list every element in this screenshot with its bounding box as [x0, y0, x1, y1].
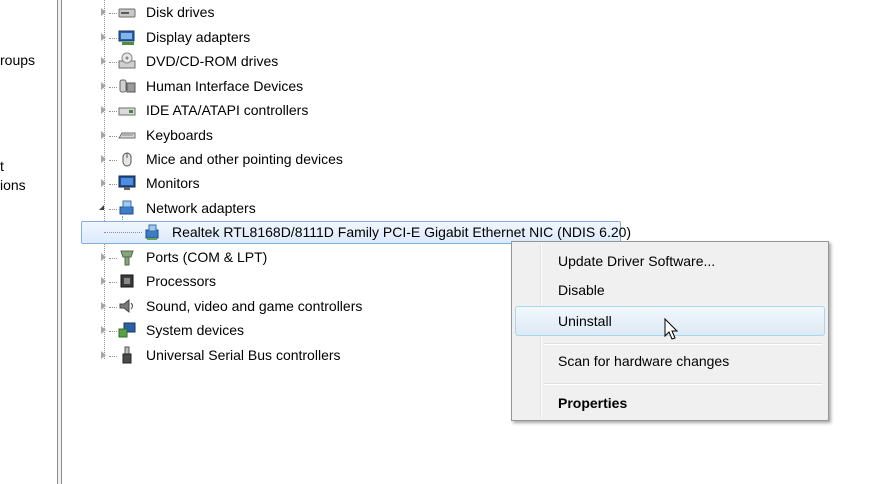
tree-item-label: Human Interface Devices — [146, 78, 304, 94]
ide-controller-icon — [118, 101, 136, 119]
system-device-icon — [118, 321, 136, 339]
tree-connector — [109, 258, 117, 259]
collapse-arrow-icon[interactable] — [99, 205, 104, 210]
expand-arrow-icon[interactable] — [101, 179, 106, 187]
network-card-icon — [144, 223, 162, 241]
tree-connector — [109, 111, 117, 112]
menu-item-properties[interactable]: Properties — [515, 388, 825, 418]
mouse-icon — [118, 150, 136, 168]
tree-connector — [104, 232, 142, 233]
tree-item-label: Keyboards — [146, 127, 213, 143]
tree-item-keyboard[interactable]: Keyboards — [62, 124, 662, 148]
expand-arrow-icon[interactable] — [101, 82, 106, 90]
processor-icon — [118, 272, 136, 290]
tree-item-realtek-nic[interactable]: Realtek RTL8168D/8111D Family PCI-E Giga… — [81, 221, 631, 244]
menu-item-disable[interactable]: Disable — [515, 275, 825, 305]
tree-connector — [109, 184, 117, 185]
disk-drive-icon — [118, 3, 136, 21]
expand-arrow-icon[interactable] — [101, 33, 106, 41]
expand-arrow-icon[interactable] — [101, 8, 106, 16]
expand-arrow-icon[interactable] — [101, 351, 106, 359]
usb-icon — [118, 346, 136, 364]
tree-item-dvd-drive[interactable]: DVD/CD-ROM drives — [62, 50, 662, 74]
expand-arrow-icon[interactable] — [101, 57, 106, 65]
monitor-icon — [118, 174, 136, 192]
tree-item-label: Realtek RTL8168D/8111D Family PCI-E Giga… — [172, 224, 632, 240]
tree-item-label: DVD/CD-ROM drives — [146, 53, 279, 69]
mouse-cursor-icon — [664, 317, 680, 342]
tree-item-label: Universal Serial Bus controllers — [146, 347, 341, 363]
network-adapter-icon — [118, 199, 136, 217]
tree-item-label: Processors — [146, 273, 217, 289]
left-pane-text[interactable]: t — [0, 158, 4, 174]
tree-item-label: System devices — [146, 322, 245, 338]
tree-item-label: Sound, video and game controllers — [146, 298, 363, 314]
tree-item-ide-controller[interactable]: IDE ATA/ATAPI controllers — [62, 99, 662, 123]
tree-item-label: Mice and other pointing devices — [146, 151, 343, 167]
tree-connector — [109, 356, 117, 357]
tree-item-label: Network adapters — [146, 200, 256, 216]
menu-separator — [544, 383, 822, 385]
menu-item-update-driver[interactable]: Update Driver Software... — [515, 246, 825, 276]
expand-arrow-icon[interactable] — [101, 131, 106, 139]
menu-separator — [544, 343, 822, 345]
expand-arrow-icon[interactable] — [101, 155, 106, 163]
tree-item-network-adapter[interactable]: Network adapters — [62, 197, 662, 221]
tree-connector — [109, 209, 117, 210]
tree-connector — [109, 307, 117, 308]
tree-item-monitor[interactable]: Monitors — [62, 172, 662, 196]
sound-icon — [118, 297, 136, 315]
menu-item-scan-hardware[interactable]: Scan for hardware changes — [515, 346, 825, 376]
expand-arrow-icon[interactable] — [101, 253, 106, 261]
tree-item-label: Disk drives — [146, 4, 215, 20]
tree-connector — [109, 136, 117, 137]
left-pane-text[interactable]: ions — [0, 177, 26, 193]
tree-connector — [109, 38, 117, 39]
expand-arrow-icon[interactable] — [101, 277, 106, 285]
tree-connector — [109, 87, 117, 88]
tree-item-disk-drive[interactable]: Disk drives — [62, 1, 662, 25]
hid-icon — [118, 77, 136, 95]
expand-arrow-icon[interactable] — [101, 302, 106, 310]
keyboard-icon — [118, 126, 136, 144]
tree-item-hid[interactable]: Human Interface Devices — [62, 75, 662, 99]
tree-item-mouse[interactable]: Mice and other pointing devices — [62, 148, 662, 172]
tree-connector — [109, 331, 117, 332]
tree-item-label: IDE ATA/ATAPI controllers — [146, 102, 309, 118]
dvd-drive-icon — [118, 52, 136, 70]
tree-connector — [109, 282, 117, 283]
port-icon — [118, 248, 136, 266]
expand-arrow-icon[interactable] — [101, 326, 106, 334]
expand-arrow-icon[interactable] — [101, 106, 106, 114]
tree-item-display-adapter[interactable]: Display adapters — [62, 26, 662, 50]
tree-connector — [109, 62, 117, 63]
tree-item-label: Display adapters — [146, 29, 251, 45]
tree-item-label: Monitors — [146, 175, 200, 191]
tree-item-label: Ports (COM & LPT) — [146, 249, 268, 265]
left-pane-text[interactable]: roups — [0, 52, 35, 68]
tree-connector — [109, 13, 117, 14]
display-adapter-icon — [118, 28, 136, 46]
console-tree-pane: roups t ions — [0, 0, 55, 484]
tree-connector — [109, 160, 117, 161]
